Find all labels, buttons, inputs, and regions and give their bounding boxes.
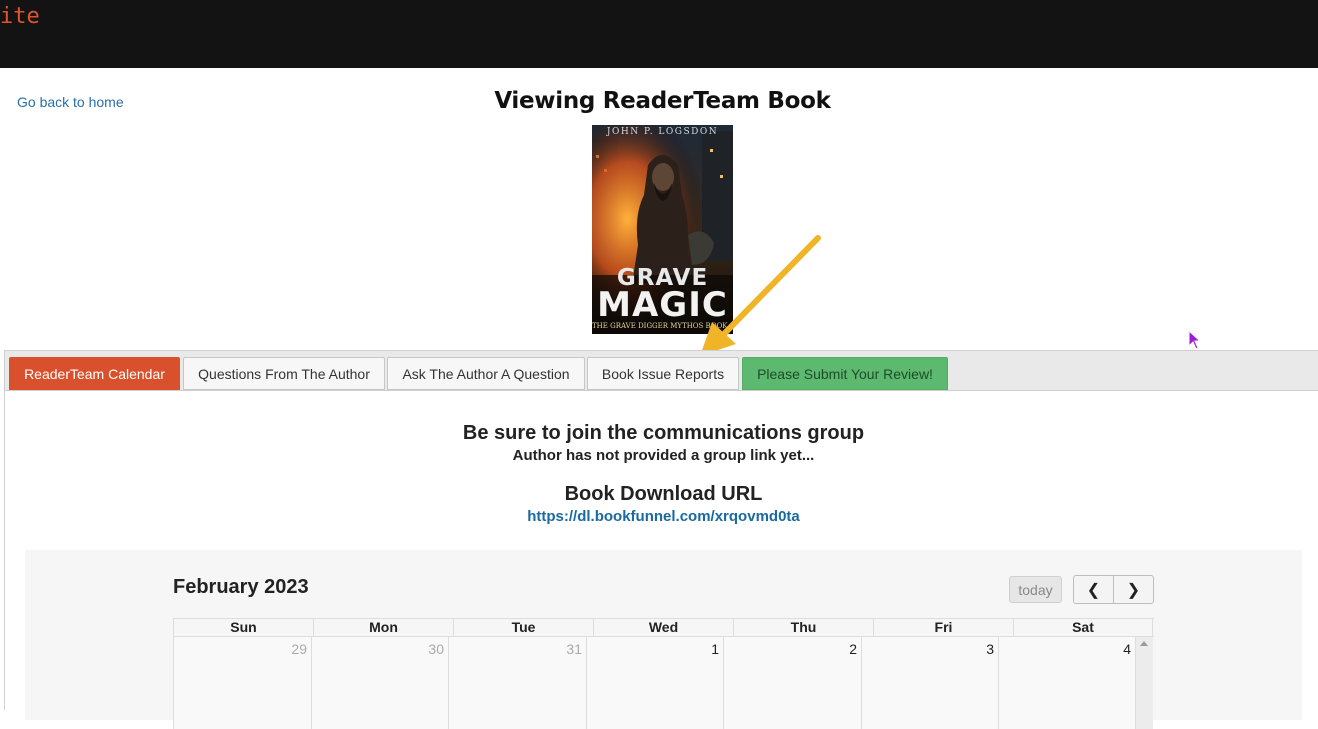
next-month-button[interactable]: ❯ <box>1113 575 1154 604</box>
calendar-day-cell[interactable]: 30 <box>311 637 448 729</box>
weekday-header: Sat <box>1013 619 1153 637</box>
day-number: 2 <box>849 641 857 657</box>
download-url-link[interactable]: https://dl.bookfunnel.com/xrqovmd0ta <box>5 508 1318 525</box>
tab-bar: ReaderTeam Calendar Questions From The A… <box>5 351 1318 391</box>
tab-readerteam-calendar[interactable]: ReaderTeam Calendar <box>9 357 180 390</box>
day-number: 31 <box>566 641 582 657</box>
chevron-left-icon: ❮ <box>1086 581 1101 599</box>
annotation-arrow-icon <box>700 235 821 356</box>
calendar-grid: Sun Mon Tue Wed Thu Fri Sat 29 30 31 1 2… <box>173 618 1154 729</box>
weekday-header: Mon <box>313 619 453 637</box>
day-number: 3 <box>986 641 994 657</box>
calendar-day-cell[interactable]: 2 <box>723 637 861 729</box>
calendar-day-cell[interactable]: 31 <box>448 637 586 729</box>
weekday-header: Tue <box>453 619 593 637</box>
weekday-header: Thu <box>733 619 873 637</box>
tab-panel-calendar: Be sure to join the communications group… <box>5 391 1318 729</box>
tab-book-issue-reports[interactable]: Book Issue Reports <box>587 357 739 390</box>
calendar-day-cell[interactable]: 3 <box>861 637 998 729</box>
mouse-cursor-icon <box>1188 330 1202 350</box>
tab-questions-from-author[interactable]: Questions From The Author <box>183 357 385 390</box>
download-url-heading: Book Download URL <box>564 483 763 505</box>
day-number: 1 <box>711 641 719 657</box>
calendar-month-title: February 2023 <box>173 576 309 598</box>
day-number: 29 <box>291 641 307 657</box>
comm-group-heading: Be sure to join the communications group <box>462 422 865 444</box>
site-brand[interactable]: ite <box>0 4 40 29</box>
calendar-day-cell[interactable]: 29 <box>173 637 311 729</box>
tab-ask-author-question[interactable]: Ask The Author A Question <box>387 357 585 390</box>
today-button[interactable]: today <box>1009 576 1062 603</box>
comm-group-status: Author has not provided a group link yet… <box>512 447 815 464</box>
calendar-scrollbar[interactable] <box>1135 637 1153 729</box>
calendar-day-cell[interactable]: 4 <box>998 637 1135 729</box>
calendar: February 2023 today ❮ ❯ Sun Mon Tue Wed … <box>25 550 1302 729</box>
prev-month-button[interactable]: ❮ <box>1073 575 1114 604</box>
weekday-header: Wed <box>593 619 733 637</box>
weekday-header: Fri <box>873 619 1013 637</box>
calendar-day-cell[interactable]: 1 <box>586 637 723 729</box>
weekday-header: Sun <box>173 619 313 637</box>
day-number: 30 <box>428 641 444 657</box>
weekday-header-row: Sun Mon Tue Wed Thu Fri Sat <box>173 619 1154 637</box>
top-navbar: ite <box>0 0 1318 68</box>
cover-author: JOHN P. LOGSDON <box>606 127 719 137</box>
page-title: Viewing ReaderTeam Book <box>494 88 831 114</box>
chevron-right-icon: ❯ <box>1126 581 1141 599</box>
scroll-up-arrow-icon[interactable] <box>1140 641 1148 646</box>
tab-submit-review[interactable]: Please Submit Your Review! <box>742 357 948 390</box>
book-tabs: ReaderTeam Calendar Questions From The A… <box>4 350 1318 729</box>
day-number: 4 <box>1123 641 1131 657</box>
